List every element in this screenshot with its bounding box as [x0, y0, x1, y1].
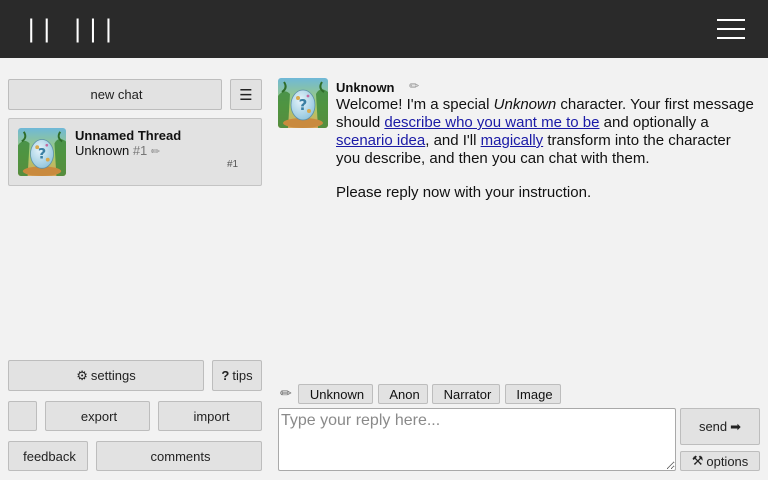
export-button[interactable]: export: [45, 401, 150, 431]
import-button[interactable]: import: [158, 401, 262, 431]
speaker-anon-button[interactable]: Anon: [378, 384, 428, 404]
welcome-emphasis: Unknown: [493, 96, 557, 113]
speaker-label: Narrator: [443, 386, 492, 402]
gear-icon: ⚙: [76, 367, 88, 383]
new-chat-button[interactable]: new chat: [8, 79, 222, 110]
magically-link[interactable]: magically: [481, 132, 544, 149]
welcome-text-3: and optionally a: [599, 114, 709, 131]
message-avatar: [278, 78, 328, 128]
comments-button[interactable]: comments: [96, 441, 262, 471]
send-label: send: [698, 419, 728, 434]
import-label: import: [193, 408, 230, 424]
reply-instruction: Please reply now with your instruction.: [336, 184, 592, 201]
thread-title: Unnamed Thread: [75, 128, 182, 143]
menu-icon: ☰: [239, 86, 253, 104]
arrow-right-icon: ➡: [730, 418, 742, 434]
speaker-narrator-button[interactable]: Narrator: [432, 384, 500, 404]
send-button[interactable]: send ➡: [680, 408, 760, 445]
icon-only-button[interactable]: [8, 401, 37, 431]
tips-button[interactable]: ? tips: [212, 360, 262, 391]
welcome-text-4: , and I'll: [425, 132, 481, 149]
welcome-text-1: Welcome! I'm a special: [336, 96, 494, 113]
message-author-name: Unknown: [336, 80, 395, 95]
speaker-label: Image: [516, 386, 553, 402]
hamburger-icon[interactable]: [717, 19, 745, 39]
thread-menu-button[interactable]: ☰: [230, 79, 262, 110]
speaker-image-button[interactable]: Image: [505, 384, 561, 404]
edit-pencil-icon[interactable]: ✏: [151, 146, 160, 158]
tools-icon: ⚒: [691, 453, 704, 468]
thread-card[interactable]: Unnamed Thread Unknown #1 ✏ #1: [8, 118, 262, 186]
edit-message-icon[interactable]: ✏: [409, 79, 419, 93]
message-body: Welcome! I'm a special Unknown character…: [336, 96, 754, 218]
speaker-label: Unknown: [309, 386, 365, 402]
message-actions: ✏: [409, 79, 475, 93]
thread-count-badge: #1: [227, 159, 239, 170]
thread-number: #1: [132, 143, 148, 158]
scenario-idea-link[interactable]: scenario idea: [336, 132, 425, 149]
speaker-unknown-button[interactable]: Unknown: [298, 384, 373, 404]
feedback-label: feedback: [23, 448, 76, 464]
new-chat-label: new chat: [90, 87, 143, 102]
export-label: export: [80, 408, 118, 424]
character-avatar: [18, 128, 66, 176]
settings-button[interactable]: ⚙ settings: [8, 360, 204, 391]
welcome-paragraph: Welcome! I'm a special Unknown character…: [336, 96, 754, 168]
feedback-button[interactable]: feedback: [8, 441, 88, 471]
options-label: options: [706, 453, 749, 469]
thread-subtitle: Unknown #1 ✏: [75, 143, 160, 158]
settings-label: settings: [90, 368, 136, 383]
question-icon: ?: [221, 368, 230, 383]
app-logo: || |||: [24, 15, 117, 43]
describe-link[interactable]: describe who you want me to be: [384, 114, 599, 131]
options-button[interactable]: ⚒ options: [680, 451, 760, 471]
tips-label: tips: [232, 368, 253, 383]
thread-character-name: Unknown: [75, 143, 130, 158]
pencil-icon[interactable]: ✏: [280, 385, 292, 402]
speaker-label: Anon: [389, 386, 420, 402]
top-bar: || |||: [0, 0, 768, 58]
comments-label: comments: [150, 448, 211, 464]
reply-input[interactable]: [278, 408, 676, 471]
